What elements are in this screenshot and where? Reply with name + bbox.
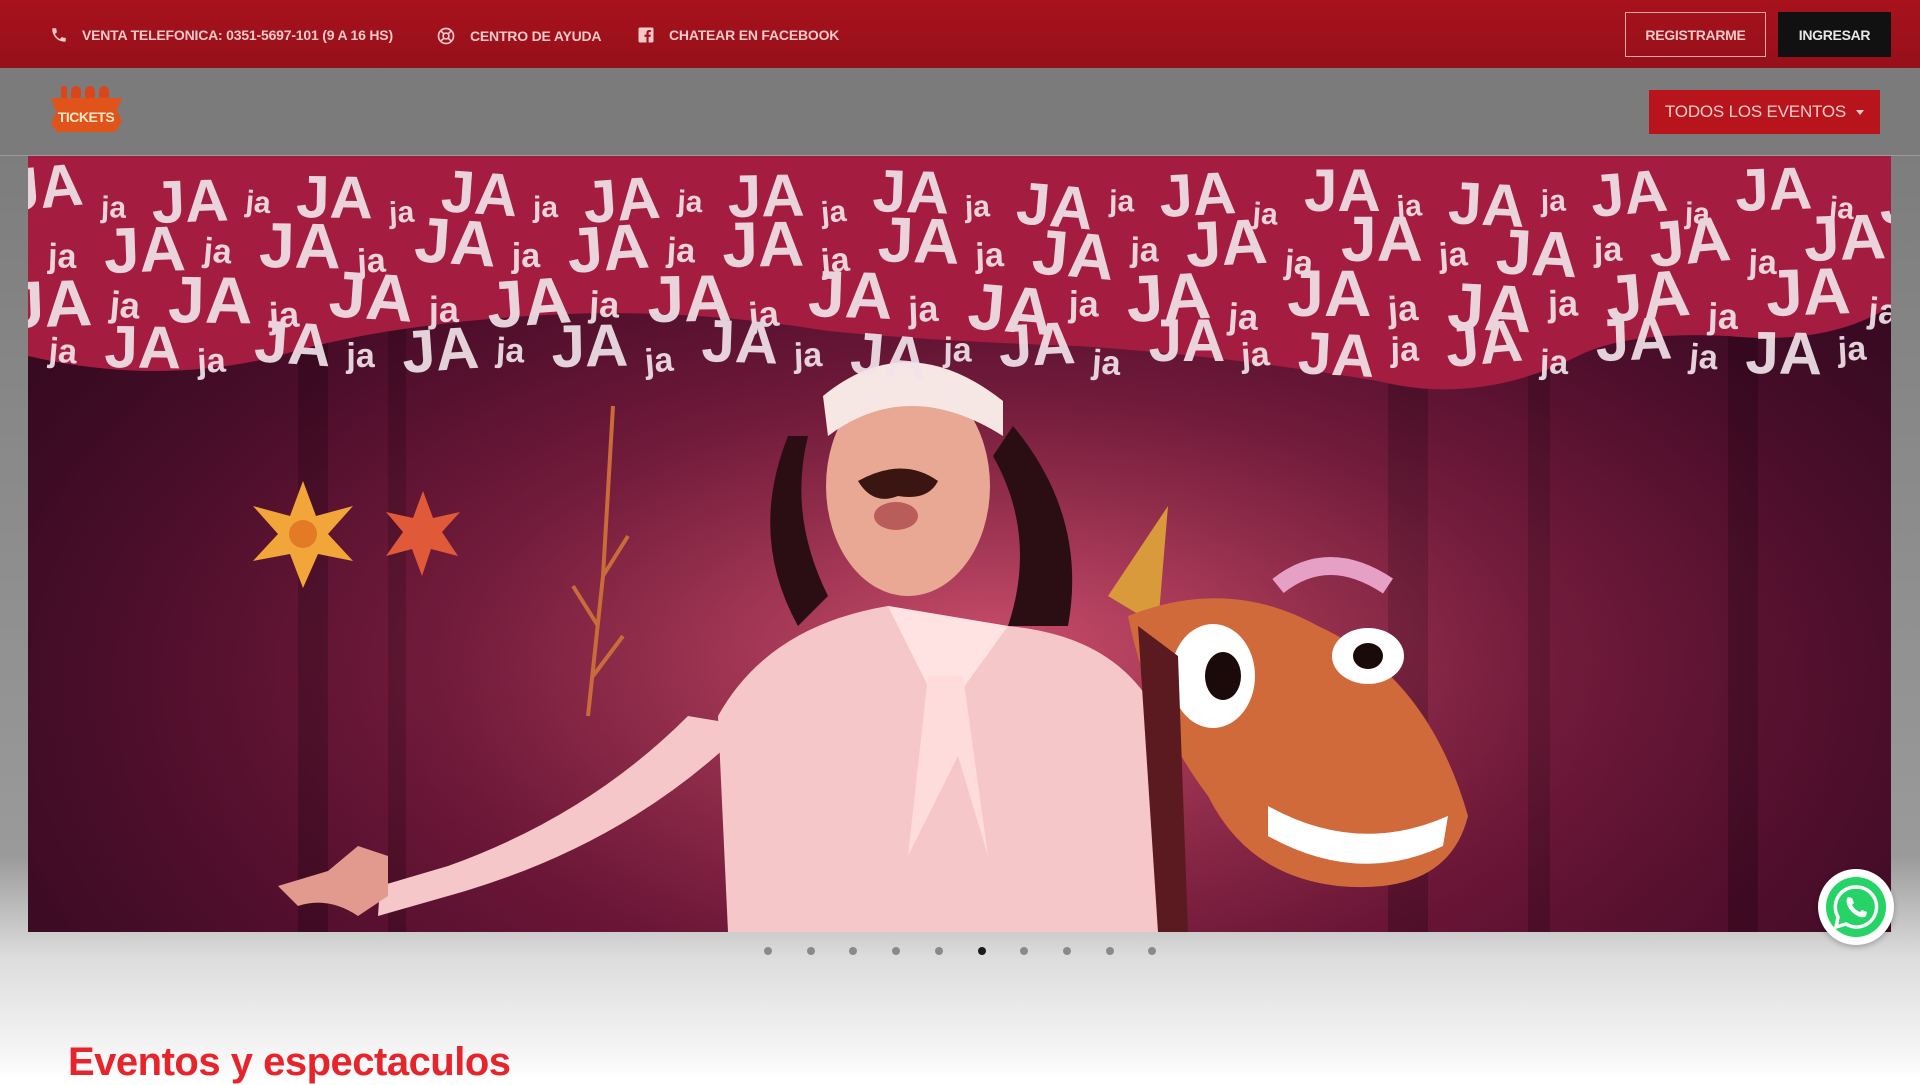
phone-sales-label: VENTA TELEFONICA: 0351-5697-101 (9 A 16 …	[82, 27, 393, 43]
ticket-logo-icon: TICKETS	[51, 86, 122, 132]
banner-word: ja	[1687, 337, 1721, 378]
banner-word: JA	[1443, 306, 1525, 379]
whatsapp-icon	[1826, 877, 1886, 937]
banner-word: ja	[532, 191, 558, 224]
banner-word: JA	[1734, 156, 1813, 224]
banner-word: JA	[701, 307, 780, 377]
whatsapp-chat-button[interactable]	[1818, 869, 1894, 945]
banner-word: JA	[1149, 307, 1226, 374]
banner-word: JA	[848, 319, 930, 392]
banner-word: JA	[722, 208, 805, 281]
banner-word: ja	[1836, 330, 1868, 370]
banner-word: JA	[400, 314, 481, 386]
slider-dot[interactable]	[807, 947, 815, 955]
banner-word: ja	[387, 196, 415, 230]
banner-word: ja	[1540, 185, 1567, 218]
banner-word: ja	[1538, 343, 1570, 382]
slider-dot[interactable]	[1020, 947, 1028, 955]
banner-word: ja	[642, 341, 676, 382]
banner-word: JA	[258, 209, 341, 282]
main-nav: TICKETS TODOS LOS EVENTOS	[0, 68, 1920, 156]
banner-word: ja	[1108, 185, 1135, 218]
banner-word: ja	[46, 331, 80, 372]
banner-word: ja	[1547, 282, 1580, 324]
banner-word: ja	[1239, 335, 1272, 375]
banner-word: ja	[1866, 289, 1891, 333]
phone-sales-link[interactable]: VENTA TELEFONICA: 0351-5697-101 (9 A 16 …	[50, 26, 393, 44]
help-center-label: CENTRO DE AYUDA	[470, 28, 602, 44]
banner-word: JA	[551, 312, 629, 380]
banner-word: ja	[195, 341, 227, 381]
facebook-icon	[638, 27, 654, 43]
slider-dot[interactable]	[764, 947, 772, 955]
banner-word: ja	[1090, 343, 1123, 383]
slider-dot[interactable]	[1148, 947, 1156, 955]
help-icon	[437, 27, 455, 45]
banner-word: JA	[1745, 319, 1823, 387]
section-title: Eventos y espectaculos	[68, 1040, 511, 1084]
banner-word: ja	[1385, 287, 1420, 330]
login-button[interactable]: INGRESAR	[1778, 12, 1891, 57]
all-events-label: TODOS LOS EVENTOS	[1664, 102, 1847, 121]
banner-word: ja	[792, 336, 824, 375]
all-events-dropdown[interactable]: TODOS LOS EVENTOS	[1649, 90, 1880, 134]
banner-word: ja	[1226, 295, 1261, 338]
facebook-chat-link[interactable]: CHATEAR EN FACEBOOK	[637, 26, 839, 44]
banner-word: ja	[676, 185, 704, 219]
banner-word: JA	[252, 307, 333, 379]
register-button[interactable]: REGISTRARME	[1625, 12, 1766, 57]
help-center-link[interactable]: CENTRO DE AYUDA	[436, 26, 602, 46]
slider-dot[interactable]	[849, 947, 857, 955]
banner-word: JA	[997, 309, 1077, 380]
banner-word: ja	[963, 190, 990, 224]
banner-word: ja	[345, 337, 375, 375]
banner-word: JA	[1765, 253, 1852, 330]
banner-word: JA	[1296, 319, 1376, 390]
banner-word: ja	[819, 195, 848, 230]
facebook-chat-label: CHATEAR EN FACEBOOK	[669, 27, 840, 43]
site-logo[interactable]: TICKETS	[49, 86, 124, 138]
caret-down-icon	[1856, 109, 1865, 115]
banner-word: ja	[1706, 295, 1739, 337]
banner-word: ja	[942, 331, 973, 370]
banner-word: JA	[1594, 304, 1673, 374]
banner-word: JA	[28, 156, 86, 224]
logo-label: TICKETS	[58, 109, 115, 125]
slider-dot[interactable]	[1063, 947, 1071, 955]
banner-word: JA	[565, 209, 652, 287]
top-bar: VENTA TELEFONICA: 0351-5697-101 (9 A 16 …	[0, 0, 1920, 68]
banner-word: JA	[28, 265, 93, 342]
hero-banner-image: JA ja JA ja JA ja JA ja JA ja JA ja JA ja JA ja JA ja JA ja…	[28, 156, 1891, 932]
slider-dot[interactable]	[1106, 947, 1114, 955]
banner-word: ja	[494, 331, 526, 371]
slider-dot[interactable]	[935, 947, 943, 955]
banner-word: ja	[1389, 330, 1420, 369]
banner-word: JA	[104, 313, 182, 381]
slider-dot[interactable]	[978, 947, 986, 955]
slider-dot[interactable]	[892, 947, 900, 955]
phone-icon	[52, 28, 66, 42]
hero-slider[interactable]: JA ja JA ja JA ja JA ja JA ja JA ja JA ja JA ja JA ja JA ja…	[28, 156, 1891, 932]
slider-pagination	[0, 947, 1920, 959]
